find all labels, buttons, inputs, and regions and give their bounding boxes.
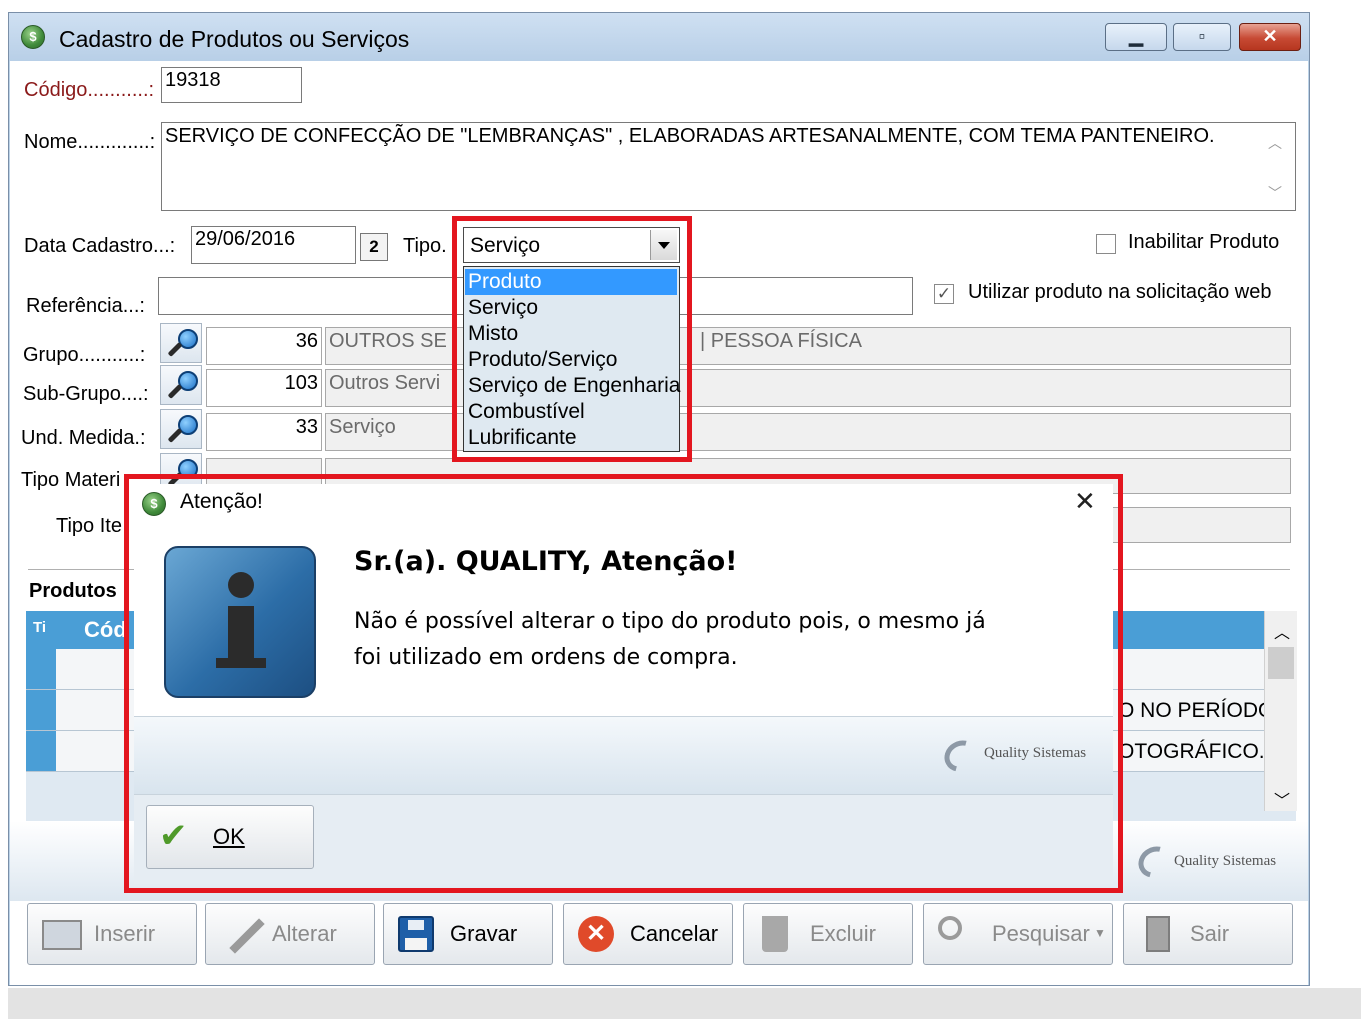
app-icon: $ [21, 25, 45, 49]
inabilitar-checkbox[interactable] [1096, 234, 1116, 254]
nome-label: Nome.............: [24, 131, 156, 153]
maximize-button[interactable]: ▫ [1173, 23, 1231, 51]
chevron-down-icon[interactable] [650, 230, 677, 260]
web-checkbox[interactable]: ✓ [934, 284, 954, 304]
col-ti-header[interactable]: Ti [33, 619, 46, 636]
inserir-button[interactable]: Inserir [27, 903, 197, 965]
option-produto-servico[interactable]: Produto/Serviço [468, 347, 617, 373]
checkmark-icon: ✔ [159, 817, 188, 855]
gravar-label: Gravar [450, 921, 518, 946]
nome-scroll-up-icon[interactable]: ︿ [1268, 133, 1282, 153]
sair-button[interactable]: Sair [1123, 903, 1293, 965]
dialog-brand-band: Quality Sistemas [134, 716, 1113, 795]
attention-dialog: $ Atenção! ✕ Sr.(a). QUALITY, Atenção! N… [134, 484, 1113, 884]
nome-textarea[interactable]: SERVIÇO DE CONFECÇÃO DE "LEMBRANÇAS" , E… [161, 122, 1296, 211]
pesquisar-button[interactable]: Pesquisar ▼ [923, 903, 1113, 965]
nome-scroll-down-icon[interactable]: ﹀ [1268, 183, 1282, 203]
tipo-material-label: Tipo Materi [21, 469, 121, 491]
grupo-search-icon[interactable] [160, 323, 202, 363]
dialog-message-line2: foi utilizado em ordens de compra. [354, 645, 738, 670]
subgrupo-code-field[interactable]: 103 [206, 369, 322, 407]
data-cadastro-label: Data Cadastro...: [24, 235, 176, 257]
col-cod-header[interactable]: Cód [84, 617, 127, 643]
grid-scrollbar[interactable]: ︿ ﹀ [1264, 611, 1297, 811]
grupo-code-field[interactable]: 36 [206, 327, 322, 365]
produtos-section-title: Produtos [29, 580, 117, 602]
dialog-app-icon: $ [142, 492, 166, 516]
dialog-brand-text: Quality Sistemas [984, 745, 1087, 761]
row-description: OTOGRÁFICO. [1118, 740, 1265, 763]
brand-text: Quality Sistemas [1174, 853, 1277, 869]
codigo-field[interactable]: 19318 [161, 67, 302, 103]
window-title: Cadastro de Produtos ou Serviços [59, 26, 410, 52]
dialog-close-icon[interactable]: ✕ [1074, 486, 1096, 517]
cancelar-button[interactable]: ✕ Cancelar [563, 903, 733, 965]
option-servico[interactable]: Serviço [468, 295, 538, 321]
tipo-combobox[interactable]: Serviço [463, 227, 680, 263]
alterar-button[interactable]: Alterar [205, 903, 375, 965]
codigo-label: Código...........: [24, 79, 155, 101]
dialog-brand-logo-icon [938, 734, 984, 778]
title-bar[interactable]: $ Cadastro de Produtos ou Serviços ▁ ▫ ✕ [9, 13, 1309, 61]
exit-door-icon [1146, 916, 1170, 952]
search-icon [938, 916, 962, 940]
scroll-up-icon[interactable]: ︿ [1274, 619, 1290, 643]
tipo-item-field[interactable] [1110, 507, 1291, 543]
tipo-options-list: Produto Serviço Misto Produto/Serviço Se… [463, 266, 680, 452]
web-label: Utilizar produto na solicitação web [968, 281, 1272, 303]
alterar-label: Alterar [272, 921, 337, 946]
sair-label: Sair [1190, 921, 1230, 946]
ok-button[interactable]: ✔ OK [146, 805, 314, 869]
option-servico-engenharia[interactable]: Serviço de Engenharia [468, 373, 680, 399]
inserir-label: Inserir [94, 921, 156, 946]
trash-icon [762, 916, 788, 952]
grupo-label: Grupo...........: [23, 344, 146, 366]
desktop-strip [8, 988, 1361, 1019]
inabilitar-label: Inabilitar Produto [1128, 231, 1280, 253]
referencia-label: Referência...: [26, 295, 145, 317]
save-icon [398, 916, 434, 952]
dialog-message-line1: Não é possível alterar o tipo do produto… [354, 609, 986, 634]
option-combustivel[interactable]: Combustível [468, 399, 585, 425]
und-medida-label: Und. Medida.: [21, 427, 146, 449]
dialog-button-bar: ✔ OK [134, 794, 1113, 884]
cancel-icon: ✕ [578, 916, 614, 952]
scroll-thumb[interactable] [1268, 647, 1294, 679]
tipo-item-label: Tipo Ite [56, 515, 122, 537]
calendar-icon[interactable]: 2 [360, 233, 388, 261]
subgrupo-label: Sub-Grupo....: [23, 383, 149, 405]
row-description: O NO PERÍODO [1118, 699, 1275, 722]
pencil-icon [229, 918, 265, 954]
brand-logo-icon [1132, 840, 1178, 884]
insert-icon [42, 920, 82, 950]
option-lubrificante[interactable]: Lubrificante [468, 425, 577, 451]
option-misto[interactable]: Misto [468, 321, 518, 347]
pesquisar-label: Pesquisar [992, 921, 1090, 946]
option-produto[interactable]: Produto [465, 269, 677, 295]
und-search-icon[interactable] [160, 409, 202, 449]
ok-label: OK [213, 824, 245, 849]
info-icon [164, 546, 316, 698]
grupo-desc-text: OUTROS SE [329, 330, 447, 352]
excluir-button[interactable]: Excluir [743, 903, 913, 965]
subgrupo-search-icon[interactable] [160, 365, 202, 405]
grupo-desc-tail: | PESSOA FÍSICA [700, 330, 862, 352]
dialog-heading: Sr.(a). QUALITY, Atenção! [354, 546, 738, 577]
dropdown-arrow-icon[interactable]: ▼ [1094, 926, 1106, 940]
scroll-down-icon[interactable]: ﹀ [1274, 787, 1290, 811]
excluir-label: Excluir [810, 921, 877, 946]
gravar-button[interactable]: Gravar [383, 903, 553, 965]
cancelar-label: Cancelar [630, 921, 719, 946]
close-button[interactable]: ✕ [1239, 23, 1301, 51]
data-cadastro-field[interactable]: 29/06/2016 [191, 226, 356, 264]
dialog-title: Atenção! [180, 490, 263, 513]
tipo-label: Tipo. [403, 235, 447, 257]
tipo-selected-value: Serviço [470, 234, 541, 257]
minimize-button[interactable]: ▁ [1105, 23, 1167, 51]
und-code-field[interactable]: 33 [206, 413, 322, 451]
